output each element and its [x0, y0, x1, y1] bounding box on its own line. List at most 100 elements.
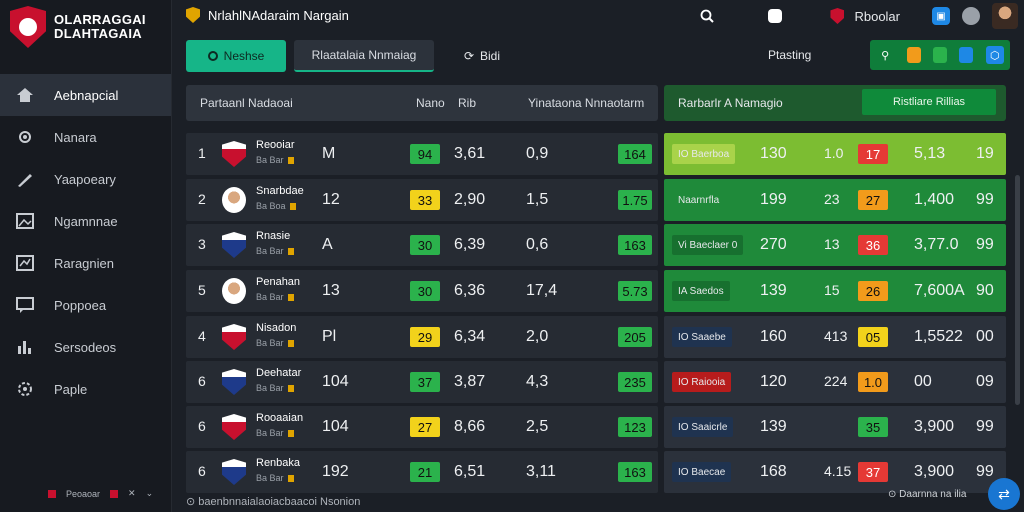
close-icon[interactable]: ✕: [128, 488, 136, 499]
tab-1[interactable]: Neshse: [186, 40, 286, 72]
table-row[interactable]: 2 Snarbdae Ba Boa 12 33 2,90 1,5 1.75: [186, 179, 658, 221]
sync-icon: ⟳: [463, 49, 475, 63]
right-panel-row[interactable]: Naarnrfla 199 23 27 1,400 99: [664, 179, 1006, 221]
app-icon[interactable]: ▣: [932, 7, 950, 25]
right-panel-row[interactable]: IO Baecae 168 4.15 37 3,900 99: [664, 451, 1006, 493]
tab-2[interactable]: Rlaatalaia Nnmaiag: [294, 40, 434, 72]
sidebar-item-6[interactable]: Poppoea: [0, 284, 171, 326]
location-icon[interactable]: ⚲: [876, 46, 894, 64]
position: 13: [322, 282, 340, 299]
table-row[interactable]: 5 Penahan Ba Bar 13 30 6,36 17,4 5.73: [186, 270, 658, 312]
sidebar-item-label: Paple: [54, 381, 88, 397]
table-row[interactable]: 4 Nisadon Ba Bar Pl 29 6,34 2,0 205: [186, 316, 658, 358]
value-3-badge: 163: [618, 235, 652, 255]
team-name[interactable]: Renbaka: [256, 457, 300, 469]
right-row-label[interactable]: Naarnrfla: [672, 190, 725, 210]
right-value-3: 7,600A: [914, 282, 965, 299]
value-1: 2,90: [454, 191, 486, 208]
table-row[interactable]: 6 Rooaaian Ba Bar 104 27 8,66 2,5 123: [186, 406, 658, 448]
right-row-label[interactable]: IA Saedos: [672, 281, 730, 301]
right-value-3: 3,900: [914, 418, 955, 435]
topbar-actions: Rboolar ▣: [696, 3, 1018, 29]
score-badge: 29: [410, 327, 440, 347]
sidebar-item-3[interactable]: Yaapoeary: [0, 158, 171, 200]
right-panel-row[interactable]: IO Baerboa 130 1.0 17 5,13 19: [664, 133, 1006, 175]
right-panel-row[interactable]: Vi Baeclaer 0 270 13 36 3,77.0 99: [664, 224, 1006, 266]
table-row[interactable]: 1 Reooiar Ba Bar M 94 3,61 0,9 164: [186, 133, 658, 175]
right-row-label[interactable]: IO Saaicrle: [672, 417, 734, 437]
score-badge: 37: [410, 372, 440, 392]
gear-icon: [14, 127, 36, 147]
col-team[interactable]: Partaanl Nadaoai: [200, 96, 293, 110]
value-2: 3,11: [526, 463, 556, 480]
team-name[interactable]: Deehatar: [256, 367, 301, 379]
sidebar-footer-label[interactable]: Peoaoar: [66, 489, 100, 499]
sidebar-item-label: Yaapoeary: [54, 171, 116, 187]
right-row-label[interactable]: Vi Baeclaer 0: [672, 235, 744, 255]
col-2[interactable]: Rib: [458, 96, 476, 110]
brand-logo[interactable]: OLARRAGGAI DLAHTAGAIA: [10, 6, 146, 48]
club-crest-icon: [10, 6, 46, 48]
right-value-4: 99: [976, 236, 994, 253]
search-icon[interactable]: [696, 5, 718, 27]
settings-icon[interactable]: [962, 7, 980, 25]
col-3[interactable]: Yinataona Nnnaotarm: [528, 96, 644, 110]
table-header: Partaanl Nadaoai Nano Rib Yinataona Nnna…: [186, 85, 658, 121]
sidebar-item-2[interactable]: Nanara: [0, 116, 171, 158]
team-name[interactable]: Rooaaian: [256, 412, 303, 424]
right-panel-row[interactable]: IO Raiooia 120 224 1.0 00 09: [664, 361, 1006, 403]
crest-orange-icon[interactable]: [906, 47, 921, 63]
position: M: [322, 145, 336, 162]
team-name[interactable]: Penahan: [256, 276, 300, 288]
right-row-label[interactable]: IO Baerboa: [672, 144, 736, 164]
crest-green-icon[interactable]: [932, 47, 947, 63]
right-panel-row[interactable]: IO Saaicrle 139 35 3,900 99: [664, 406, 1006, 448]
table-row[interactable]: 6 Renbaka Ba Bar 192 21 6,51 3,11 163: [186, 451, 658, 493]
right-row-label[interactable]: IO Baecae: [672, 462, 732, 482]
sidebar-item-8[interactable]: Paple: [0, 368, 171, 410]
tab-3[interactable]: ⟳ Bidi: [452, 40, 512, 72]
sidebar-item-5[interactable]: Raragnien: [0, 242, 171, 284]
right-value-1: 160: [760, 328, 787, 345]
circle-icon: [207, 51, 218, 61]
chart-icon: [14, 253, 36, 273]
team-name[interactable]: Reooiar: [256, 139, 295, 151]
table-row[interactable]: 6 Deehatar Ba Bar 104 37 3,87 4,3 235: [186, 361, 658, 403]
team-name[interactable]: Snarbdae: [256, 185, 304, 197]
bookmark-icon[interactable]: [768, 9, 783, 23]
right-panel-row[interactable]: IA Saedos 139 15 26 7,600A 90: [664, 270, 1006, 312]
share-button[interactable]: ⇄: [988, 478, 1020, 510]
share-icon[interactable]: ⬡: [985, 46, 1004, 64]
sidebar-footer: Peoaoar ✕ ⌄: [48, 488, 153, 499]
right-panel-button[interactable]: Ristliare Rillias: [862, 89, 996, 115]
scrollbar[interactable]: [1015, 175, 1020, 405]
team-sub: Ba Boa: [256, 201, 296, 211]
bars-icon: [14, 337, 36, 357]
sidebar-item-4[interactable]: Ngamnnae: [0, 200, 171, 242]
col-1[interactable]: Nano: [416, 96, 445, 110]
settings-icon: [14, 379, 36, 399]
pen-icon: [14, 169, 36, 189]
right-value-2: 413: [824, 328, 848, 344]
table-row[interactable]: 3 Rnasie Ba Bar A 30 6,39 0,6 163: [186, 224, 658, 266]
right-row-label[interactable]: IO Saaebe: [672, 327, 732, 347]
club-crest-icon[interactable]: [826, 5, 848, 27]
user-name[interactable]: Rboolar: [854, 9, 900, 24]
team-name[interactable]: Nisadon: [256, 322, 296, 334]
value-3-badge: 205: [618, 327, 652, 347]
value-1: 8,66: [454, 418, 486, 435]
chevron-down-icon[interactable]: ⌄: [146, 488, 154, 499]
right-value-2: 1.0: [824, 145, 844, 161]
right-row-label[interactable]: IO Raiooia: [672, 372, 732, 392]
team-crest-icon: [222, 459, 246, 485]
value-3-badge: 5.73: [618, 281, 652, 301]
right-value-4: 90: [976, 282, 994, 299]
sidebar-item-home[interactable]: Aebnapcial: [0, 74, 171, 116]
team-name[interactable]: Rnasie: [256, 230, 290, 242]
avatar[interactable]: [992, 3, 1018, 29]
brand-line-2: DLAHTAGAIA: [54, 26, 142, 41]
sidebar-item-7[interactable]: Sersodeos: [0, 326, 171, 368]
right-panel-row[interactable]: IO Saaebe 160 413 05 1,5522 00: [664, 316, 1006, 358]
value-3-badge: 1.75: [618, 190, 652, 210]
crest-blue-icon[interactable]: [959, 47, 974, 63]
